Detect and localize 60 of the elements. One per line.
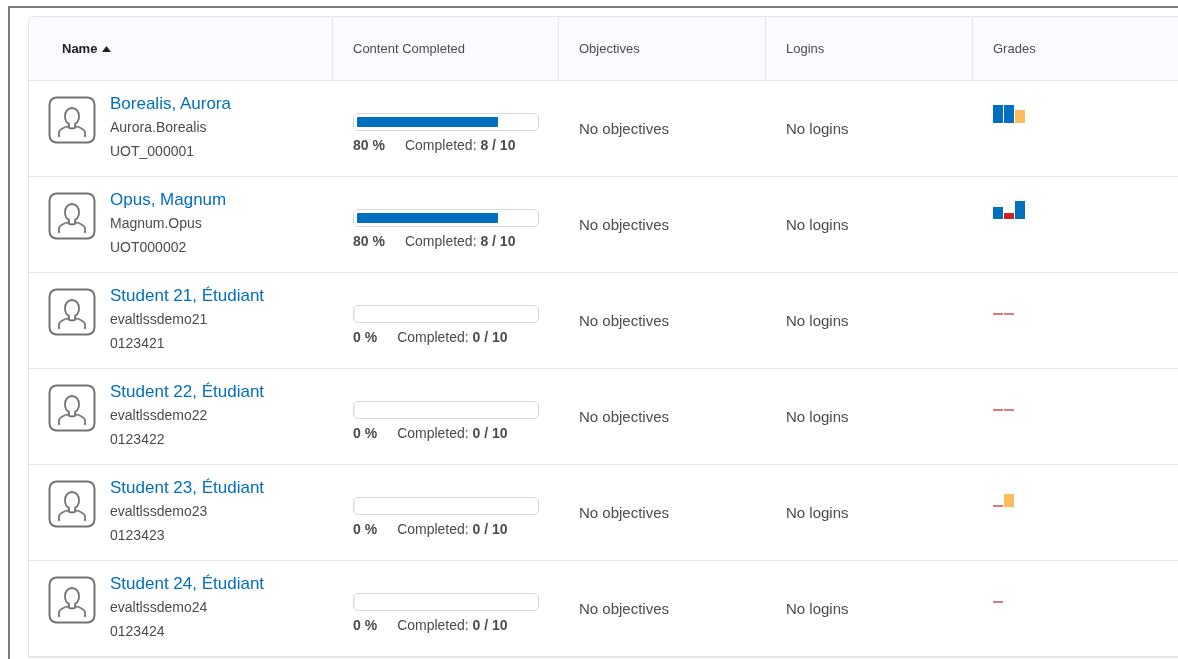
objectives-text: No objectives — [579, 504, 670, 521]
objectives-text: No objectives — [579, 312, 670, 329]
column-header[interactable]: Grades — [973, 17, 1178, 80]
completed-text: Completed: 0 / 10 — [397, 424, 508, 441]
username: evaltlssdemo23 — [110, 502, 209, 521]
percent-text: 0 % — [353, 520, 378, 537]
completed-text: Completed: 0 / 10 — [397, 520, 508, 537]
org-id: UOT_000001 — [110, 142, 196, 161]
completed-text: Completed: 0 / 10 — [397, 616, 508, 633]
logins-text: No logins — [786, 600, 849, 617]
column-header[interactable]: Content Completed — [333, 17, 559, 80]
student-name-link[interactable]: Student 22, Étudiant — [110, 381, 265, 403]
completed-text: Completed: 8 / 10 — [404, 232, 516, 249]
sort-ascending-icon — [102, 45, 112, 52]
percent-text: 0 % — [353, 616, 378, 633]
student-name-link[interactable]: Opus, Magnum — [110, 189, 227, 211]
logins-text: No logins — [786, 216, 849, 233]
user-avatar-icon — [48, 288, 96, 336]
grades-sparkline — [993, 201, 1025, 219]
username: evaltlssdemo22 — [110, 406, 209, 425]
grades-sparkline — [993, 105, 1025, 123]
completed-text: Completed: 0 / 10 — [397, 328, 508, 345]
student-name-link[interactable]: Borealis, Aurora — [110, 93, 231, 115]
grades-sparkline — [993, 601, 1003, 603]
org-id: 0123424 — [110, 622, 166, 641]
username: evaltlssdemo21 — [110, 310, 209, 329]
logins-text: No logins — [786, 120, 849, 137]
percent-text: 0 % — [353, 328, 378, 345]
column-header[interactable]: Logins — [766, 17, 973, 80]
grades-sparkline — [993, 494, 1014, 507]
username: Aurora.Borealis — [110, 118, 208, 137]
student-name-link[interactable]: Student 24, Étudiant — [110, 573, 265, 595]
objectives-text: No objectives — [579, 408, 670, 425]
user-avatar-icon — [48, 96, 96, 144]
objectives-text: No objectives — [579, 216, 670, 233]
org-id: 0123422 — [110, 430, 166, 449]
percent-text: 0 % — [353, 424, 378, 441]
org-id: 0123423 — [110, 526, 166, 545]
username: Magnum.Opus — [110, 214, 203, 233]
percent-text: 80 % — [353, 232, 385, 249]
logins-text: No logins — [786, 312, 849, 329]
column-header[interactable]: Objectives — [559, 17, 766, 80]
org-id: UOT000002 — [110, 238, 188, 257]
grades-sparkline — [993, 313, 1014, 315]
grades-sparkline — [993, 409, 1014, 411]
logins-text: No logins — [786, 504, 849, 521]
objectives-text: No objectives — [579, 120, 670, 137]
objectives-text: No objectives — [579, 600, 670, 617]
logins-text: No logins — [786, 408, 849, 425]
column-header[interactable]: Name — [29, 17, 333, 80]
percent-text: 80 % — [353, 136, 385, 153]
completed-text: Completed: 8 / 10 — [404, 136, 516, 153]
user-avatar-icon — [48, 192, 96, 240]
student-name-link[interactable]: Student 21, Étudiant — [110, 285, 265, 307]
org-id: 0123421 — [110, 334, 166, 353]
user-avatar-icon — [48, 576, 96, 624]
user-avatar-icon — [48, 480, 96, 528]
student-name-link[interactable]: Student 23, Étudiant — [110, 477, 265, 499]
user-avatar-icon — [48, 384, 96, 432]
username: evaltlssdemo24 — [110, 598, 209, 617]
